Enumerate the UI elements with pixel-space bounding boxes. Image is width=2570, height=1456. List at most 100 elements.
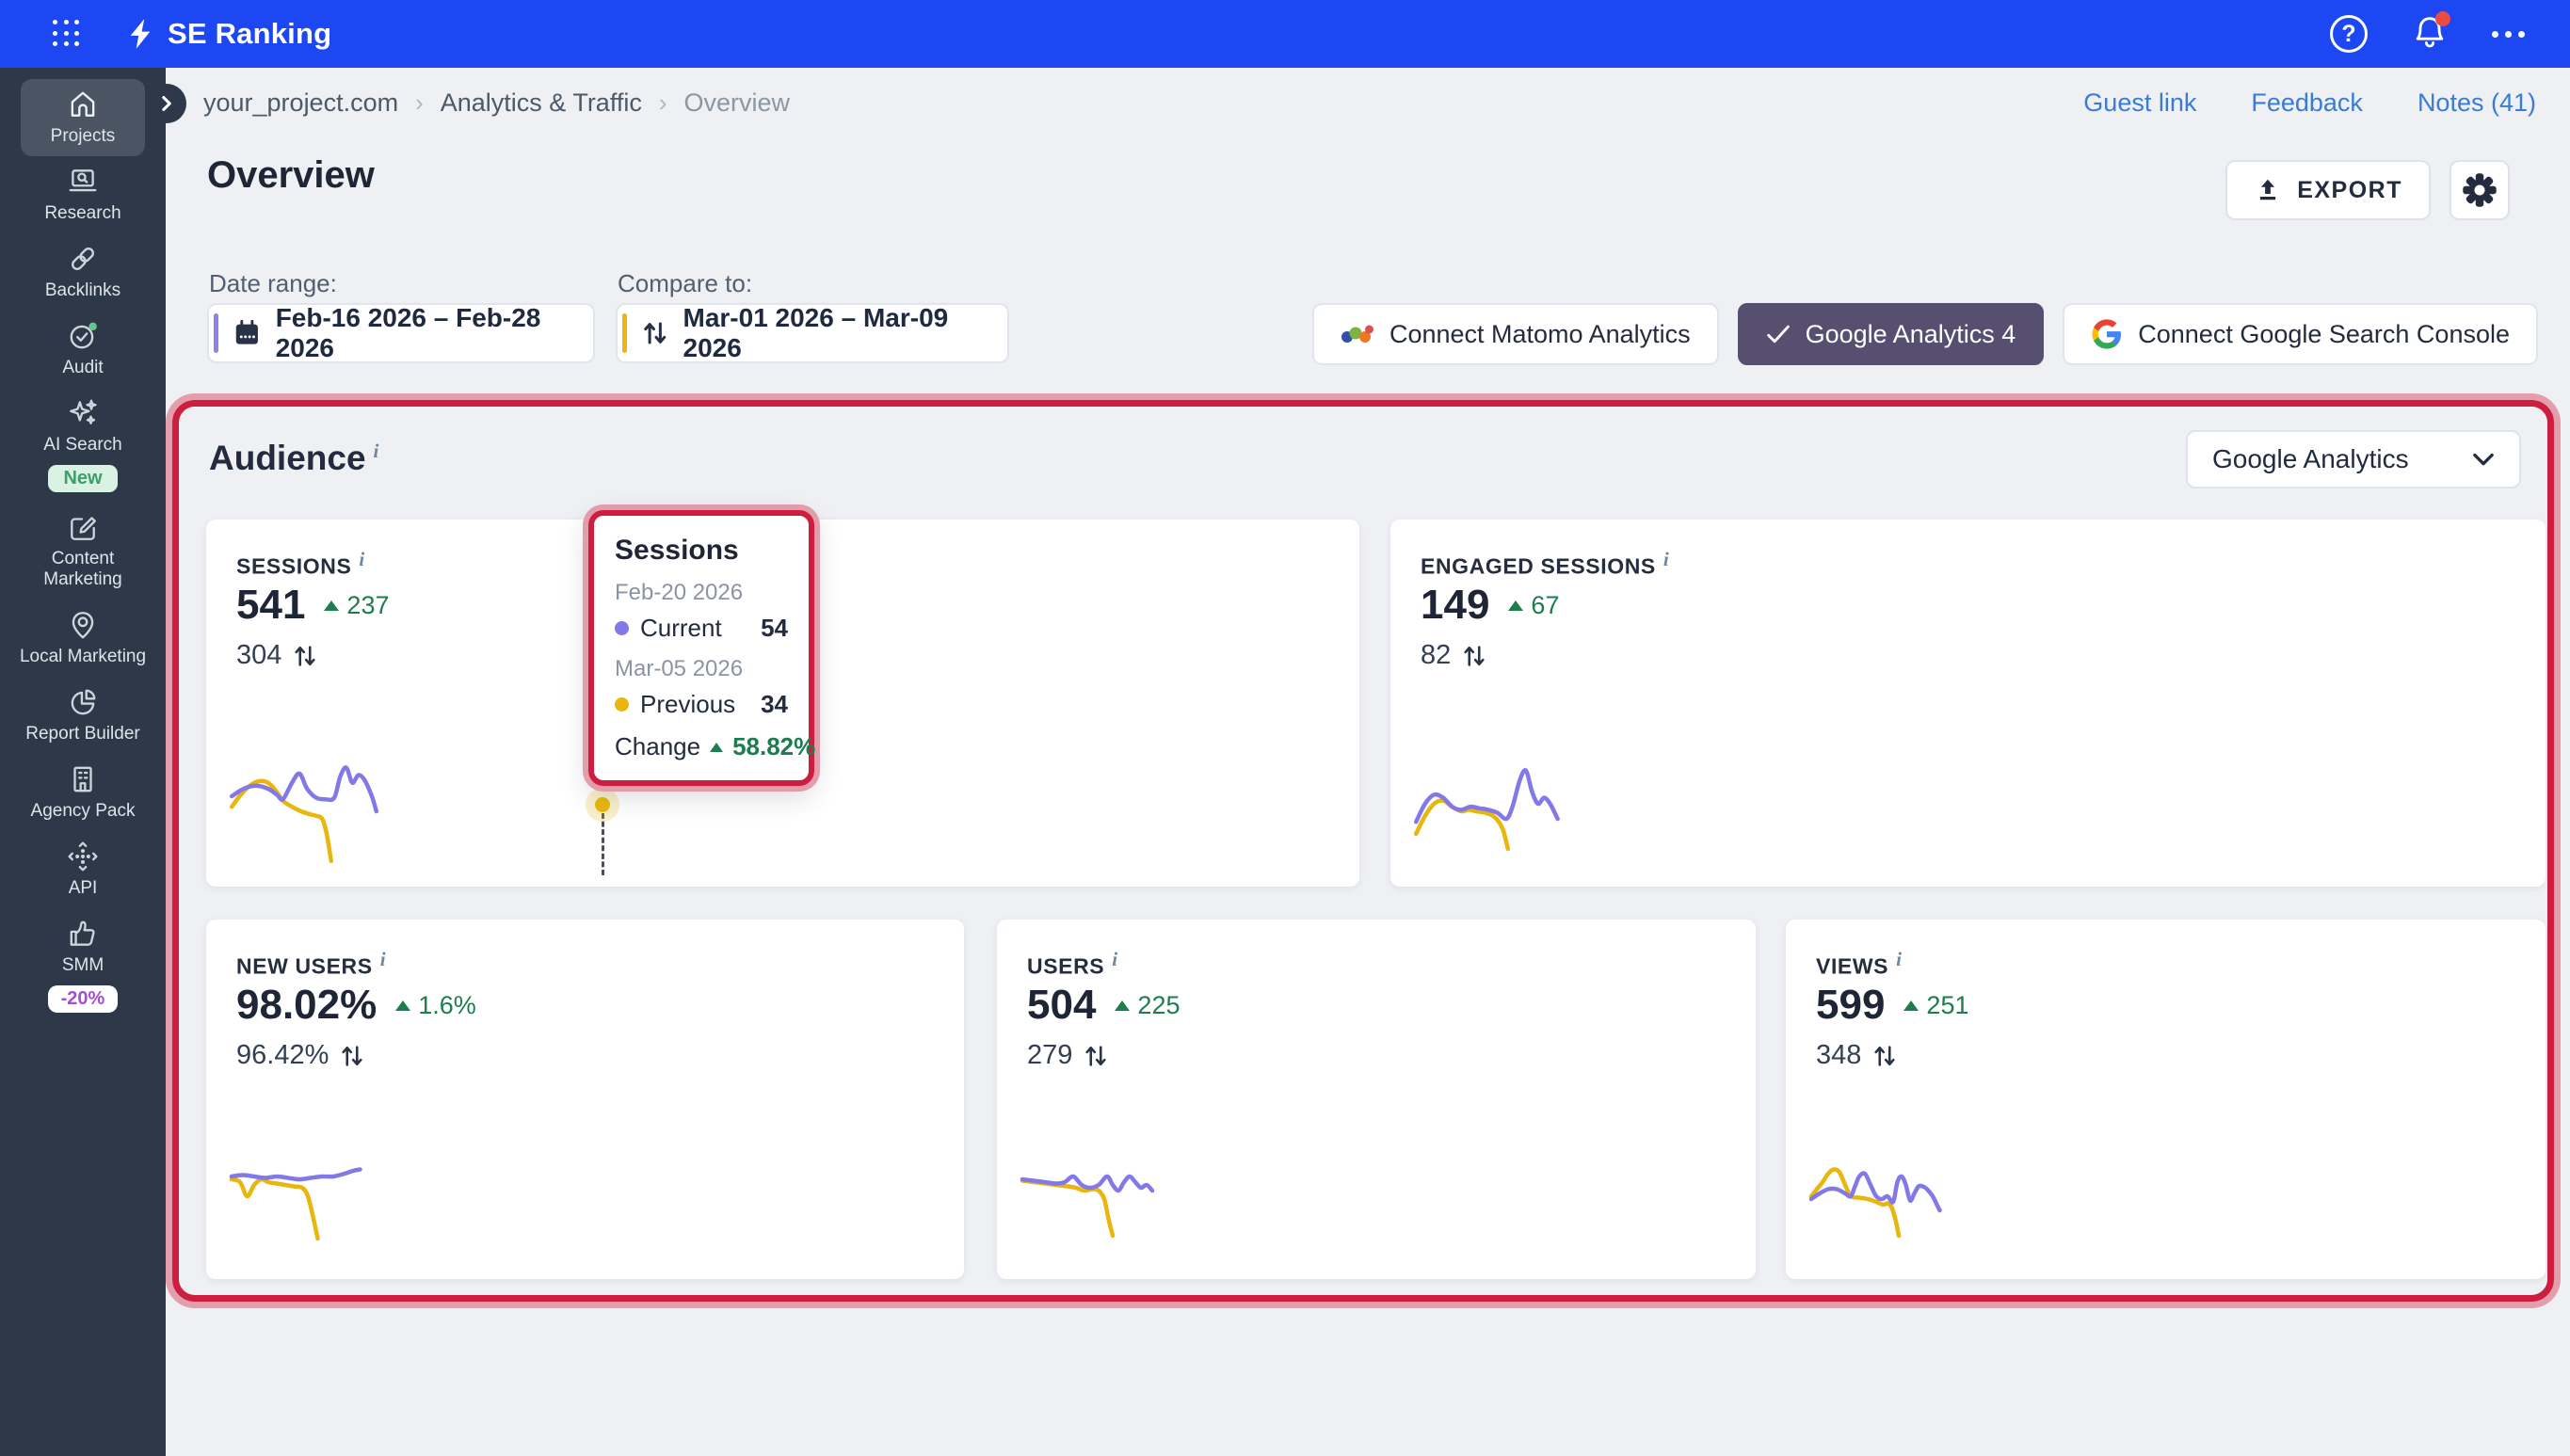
metric-secondary-value: 348 [1816, 1040, 1861, 1071]
metric-secondary-value: 82 [1421, 640, 1451, 671]
help-glyph: ? [2341, 21, 2355, 48]
settings-button[interactable] [2450, 160, 2510, 220]
connect-matomo-label: Connect Matomo Analytics [1389, 320, 1691, 349]
google-g-icon [2091, 318, 2123, 350]
sidebar-item-local-marketing[interactable]: Local Marketing [12, 600, 153, 677]
new-badge: New [48, 465, 117, 492]
sidebar-item-agency-pack[interactable]: Agency Pack [12, 754, 153, 831]
swap-values-icon[interactable] [293, 643, 317, 669]
views-line-chart[interactable] [1808, 1123, 1950, 1264]
sidebar-item-label: Local Marketing [20, 647, 146, 667]
new-users-line-chart[interactable] [229, 1123, 370, 1264]
sidebar-item-label: SMM [62, 955, 104, 976]
google-analytics-4-button[interactable]: Google Analytics 4 [1738, 303, 2045, 365]
metric-secondary-value: 304 [236, 640, 281, 671]
sidebar-item-smm[interactable]: SMM -20% [12, 908, 153, 1022]
sidebar-item-label: Projects [51, 126, 116, 147]
connect-matomo-button[interactable]: Connect Matomo Analytics [1312, 303, 1719, 365]
sidebar-item-audit[interactable]: Audit [12, 311, 153, 388]
info-icon[interactable]: i [380, 948, 386, 970]
tooltip-previous-value: 34 [761, 690, 788, 719]
metric-delta: 1.6% [395, 991, 476, 1020]
tooltip-previous-date: Mar-05 2026 [615, 656, 788, 682]
sidebar-item-research[interactable]: Research [12, 156, 153, 233]
info-icon[interactable]: i [359, 548, 364, 570]
guest-link[interactable]: Guest link [2083, 88, 2196, 118]
research-icon [67, 166, 99, 198]
users-line-chart[interactable] [1020, 1123, 1161, 1264]
triangle-up-icon [1903, 1000, 1919, 1011]
metric-label: NEW USERS [236, 954, 373, 979]
connect-search-console-label: Connect Google Search Console [2138, 320, 2510, 349]
chevron-right-icon [159, 95, 174, 112]
sidebar-item-ai-search[interactable]: AI Search New [12, 388, 153, 502]
notes-link[interactable]: Notes (41) [2417, 88, 2536, 118]
calendar-icon [233, 318, 261, 348]
compare-picker[interactable]: Mar-01 2026 – Mar-09 2026 [616, 303, 1009, 363]
gear-icon [2461, 171, 2498, 209]
matomo-icon [1341, 322, 1374, 346]
triangle-up-icon [395, 1000, 410, 1011]
se-ranking-logo[interactable]: SE Ranking [126, 17, 331, 51]
metric-label: USERS [1027, 954, 1104, 979]
compare-value: Mar-01 2026 – Mar-09 2026 [683, 303, 988, 363]
analytics-connections: Connect Matomo Analytics Google Analytic… [1312, 303, 2538, 365]
tooltip-change-label: Change [615, 732, 700, 761]
metric-secondary-value: 96.42% [236, 1040, 329, 1071]
sidebar-item-content-marketing[interactable]: Content Marketing [12, 502, 153, 600]
metric-value: 149 [1421, 582, 1489, 629]
sidebar-item-report-builder[interactable]: Report Builder [12, 677, 153, 754]
notifications-bell-icon[interactable] [2411, 13, 2449, 56]
sidebar-item-label: Backlinks [45, 280, 120, 301]
metric-delta: 225 [1115, 991, 1180, 1020]
info-icon[interactable]: i [374, 440, 379, 462]
info-icon[interactable]: i [1112, 948, 1117, 970]
metric-delta: 237 [324, 591, 389, 620]
sidebar-item-projects[interactable]: Projects [21, 79, 145, 156]
swap-values-icon[interactable] [1084, 1043, 1108, 1069]
date-range-picker[interactable]: Feb-16 2026 – Feb-28 2026 [207, 303, 595, 363]
chart-hover-line [602, 813, 604, 875]
building-icon [67, 763, 99, 795]
metric-card-new-users: NEW USERSi 98.02%1.6% 96.42% [206, 920, 964, 1279]
map-pin-icon [67, 609, 99, 641]
more-menu-icon[interactable] [2492, 31, 2525, 38]
swap-values-icon[interactable] [1872, 1043, 1897, 1069]
analytics-source-value: Google Analytics [2212, 444, 2409, 474]
metric-card-engaged-sessions: ENGAGED SESSIONSi 14967 82 [1390, 520, 2546, 887]
sidebar-item-label: Audit [62, 358, 103, 378]
sidebar-item-backlinks[interactable]: Backlinks [12, 233, 153, 311]
google-analytics-4-label: Google Analytics 4 [1806, 320, 2016, 349]
export-button[interactable]: EXPORT [2225, 160, 2431, 220]
breadcrumb: your_project.com › Analytics & Traffic ›… [203, 88, 790, 118]
connect-search-console-button[interactable]: Connect Google Search Console [2063, 303, 2538, 365]
swap-values-icon[interactable] [1462, 643, 1486, 669]
home-icon [67, 88, 99, 120]
date-range-label: Date range: [209, 269, 337, 298]
tooltip-title: Sessions [615, 535, 788, 567]
sidebar-item-label: Report Builder [25, 724, 139, 744]
triangle-up-icon [710, 743, 723, 752]
metric-label: SESSIONS [236, 554, 351, 579]
apps-grid-icon[interactable] [53, 20, 81, 48]
api-icon [67, 840, 99, 872]
compare-label: Compare to: [618, 269, 752, 298]
tooltip-previous-label: Previous [640, 690, 735, 719]
metric-label: ENGAGED SESSIONS [1421, 554, 1656, 579]
info-icon[interactable]: i [1896, 948, 1902, 970]
swap-values-icon[interactable] [340, 1043, 364, 1069]
engaged-sessions-line-chart[interactable] [1413, 728, 1564, 879]
breadcrumb-section[interactable]: Analytics & Traffic [441, 88, 642, 118]
breadcrumb-project[interactable]: your_project.com [203, 88, 398, 118]
help-icon[interactable]: ? [2330, 15, 2368, 53]
info-icon[interactable]: i [1663, 548, 1669, 570]
sidebar-item-api[interactable]: API [12, 831, 153, 908]
audit-check-icon [67, 320, 99, 352]
analytics-source-select[interactable]: Google Analytics [2186, 430, 2521, 488]
sidebar-collapse-button[interactable] [147, 84, 186, 123]
metric-delta: 251 [1903, 991, 1968, 1020]
tooltip-change-value: 58.82% [732, 732, 815, 761]
sessions-line-chart[interactable] [229, 728, 379, 879]
feedback-link[interactable]: Feedback [2251, 88, 2363, 118]
tooltip-current-label: Current [640, 614, 722, 643]
